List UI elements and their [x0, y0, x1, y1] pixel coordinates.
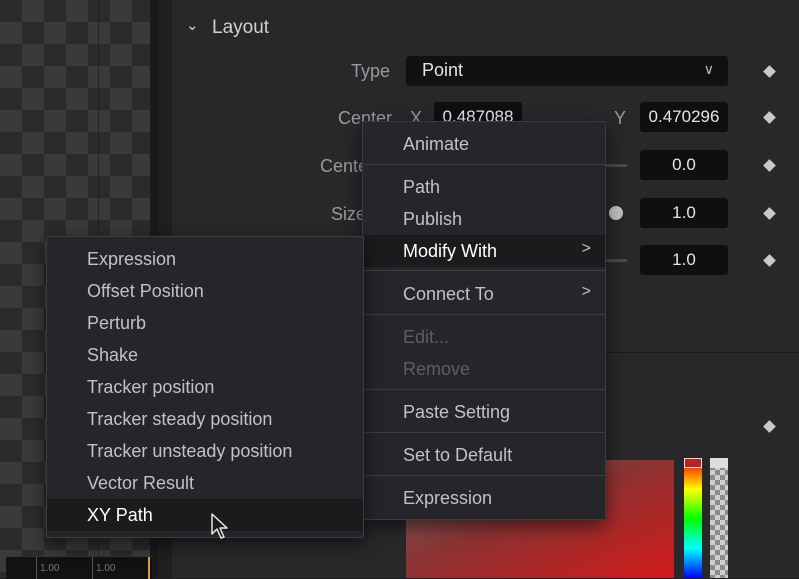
menu-separator — [363, 270, 605, 271]
ruler-label: 1.00 — [40, 563, 60, 574]
type-dropdown[interactable]: Point ∨ — [406, 56, 728, 86]
center-y-label: Y — [613, 108, 626, 128]
submenu-item-tracker-steady-position[interactable]: Tracker steady position — [47, 403, 363, 435]
angle-value: 1.0 — [672, 250, 696, 269]
size-slider-knob[interactable] — [609, 206, 623, 220]
menu-item-modify-with[interactable]: Modify With > — [363, 235, 605, 267]
size-value: 1.0 — [672, 203, 696, 222]
submenu-item-xy-path[interactable]: XY Path — [47, 499, 363, 531]
menu-separator — [363, 164, 605, 165]
alpha-slider[interactable] — [710, 460, 728, 578]
angle-slider[interactable] — [605, 259, 627, 262]
modify-with-submenu: Expression Offset Position Perturb Shake… — [46, 236, 364, 538]
center-y-value: 0.470296 — [648, 107, 720, 126]
menu-item-expression[interactable]: Expression — [363, 482, 605, 514]
section-title: Layout — [212, 17, 270, 38]
playhead[interactable] — [148, 557, 150, 579]
chevron-down-icon: ∨ — [703, 61, 714, 77]
center-z-slider[interactable] — [605, 164, 627, 167]
layout-section-header[interactable]: ⌄ Layout — [172, 8, 799, 44]
ruler-tick — [36, 557, 37, 579]
size-label: Size — [330, 204, 366, 224]
mouse-pointer-icon — [211, 513, 228, 539]
menu-item-set-to-default[interactable]: Set to Default — [363, 439, 605, 471]
chevron-right-icon: > — [581, 283, 591, 300]
submenu-item-tracker-position[interactable]: Tracker position — [47, 371, 363, 403]
menu-item-path[interactable]: Path — [363, 171, 605, 203]
menu-separator — [363, 475, 605, 476]
timeline-ruler[interactable]: 1.00 1.00 — [6, 556, 152, 579]
alpha-slider-handle[interactable] — [710, 458, 728, 468]
menu-separator — [363, 314, 605, 315]
hue-slider[interactable] — [684, 460, 702, 578]
type-value: Point — [422, 60, 464, 80]
submenu-item-perturb[interactable]: Perturb — [47, 307, 363, 339]
submenu-item-offset-position[interactable]: Offset Position — [47, 275, 363, 307]
menu-separator — [363, 389, 605, 390]
menu-item-animate[interactable]: Animate — [363, 128, 605, 160]
center-z-field[interactable]: 0.0 — [640, 150, 728, 180]
center-z-value: 0.0 — [672, 155, 696, 174]
hue-slider-handle[interactable] — [684, 458, 702, 468]
menu-item-publish[interactable]: Publish — [363, 203, 605, 235]
context-menu: Animate Path Publish Modify With > Conne… — [362, 121, 606, 520]
center-y-field[interactable]: 0.470296 — [640, 102, 728, 132]
type-label: Type — [350, 61, 390, 81]
menu-item-paste-setting[interactable]: Paste Setting — [363, 396, 605, 428]
menu-item-edit: Edit... — [403, 327, 450, 347]
size-field[interactable]: 1.0 — [640, 198, 728, 228]
menu-item-remove: Remove — [403, 359, 471, 379]
submenu-item-tracker-unsteady-position[interactable]: Tracker unsteady position — [47, 435, 363, 467]
menu-separator — [363, 432, 605, 433]
ruler-tick — [92, 557, 93, 579]
ruler-label: 1.00 — [96, 563, 116, 574]
chevron-down-icon: ⌄ — [186, 17, 199, 34]
menu-item-connect-to[interactable]: Connect To > — [363, 278, 605, 310]
submenu-item-expression[interactable]: Expression — [47, 243, 363, 275]
angle-field[interactable]: 1.0 — [640, 245, 728, 275]
submenu-item-vector-result[interactable]: Vector Result — [47, 467, 363, 499]
chevron-right-icon: > — [581, 240, 591, 257]
submenu-item-shake[interactable]: Shake — [47, 339, 363, 371]
